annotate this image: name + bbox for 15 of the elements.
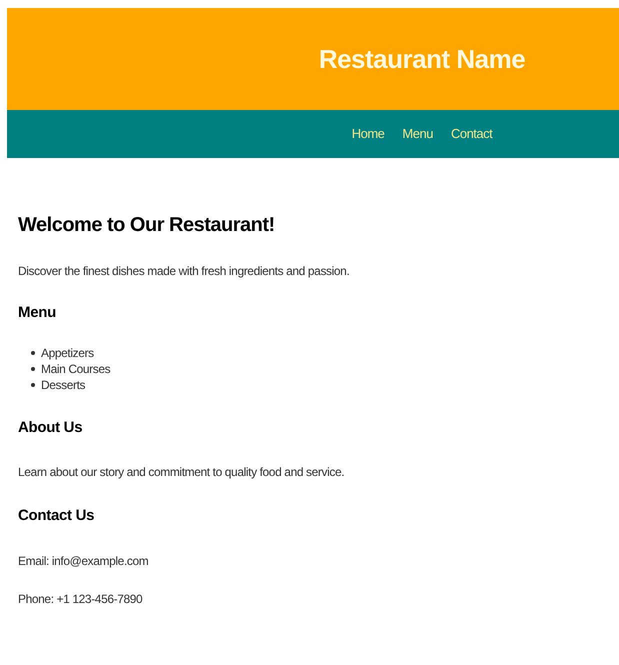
- section-heading: About Us: [18, 418, 84, 438]
- site-title: Restaurant Name: [318, 42, 526, 76]
- paragraph: Learn about our story and commitment to quality food and service.: [18, 464, 346, 481]
- bullet-icon: [31, 350, 35, 354]
- section-heading: Welcome to Our Restaurant!: [18, 213, 276, 238]
- section-heading: Menu: [18, 303, 57, 323]
- nav-link[interactable]: Home: [352, 124, 384, 144]
- nav-link[interactable]: Contact: [450, 124, 492, 144]
- section-heading: Contact Us: [18, 506, 96, 526]
- nav-link[interactable]: Menu: [402, 124, 433, 144]
- bullet-icon: [31, 382, 35, 386]
- paragraph: Email: info@example.com: [18, 552, 150, 570]
- paragraph: Phone: +1 123-456-7890: [18, 590, 144, 608]
- paragraph: Discover the finest dishes made with fresh ingredients and passion.: [18, 263, 350, 280]
- bullet-icon: [31, 366, 35, 370]
